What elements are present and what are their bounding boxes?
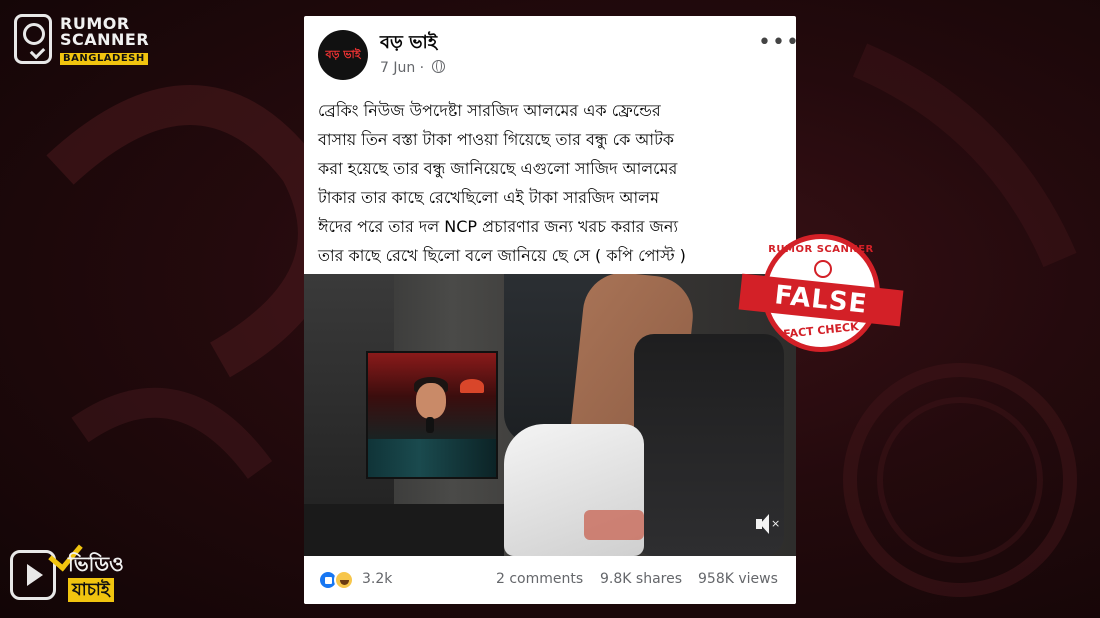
more-options-icon[interactable]: ••• bbox=[758, 30, 796, 55]
post-video[interactable]: × bbox=[304, 274, 796, 556]
mute-icon[interactable]: × bbox=[756, 514, 782, 536]
magnifier-check-icon bbox=[14, 14, 52, 64]
post-text-line: টাকার তার কাছে রেখেছিলো এই টাকা সারজিদ আ… bbox=[318, 188, 659, 207]
post-footer: 3.2k 2 comments 9.8K shares 958K views bbox=[304, 556, 796, 604]
video-inset-speaker bbox=[366, 351, 498, 479]
logo-sub: BANGLADESH bbox=[60, 53, 148, 65]
post-text-line: করা হয়েছে তার বন্ধু জানিয়েছে এগুলো সাজ… bbox=[318, 159, 678, 178]
views-count: 958K views bbox=[698, 571, 778, 587]
video-money bbox=[584, 510, 644, 540]
page-name[interactable]: বড় ভাই bbox=[380, 28, 437, 59]
post-text-line: ব্রেকিং নিউজ উপদেষ্টা সারজিদ আলমের এক ফ্… bbox=[318, 101, 661, 120]
video-check-logo: ভিডিও যাচাই bbox=[8, 535, 158, 610]
stamp-mini-icon bbox=[814, 260, 832, 278]
post-text-line: বাসায় তিন বস্তা টাকা পাওয়া গিয়েছে তার… bbox=[318, 130, 674, 149]
logo-line2: SCANNER bbox=[60, 30, 150, 49]
reactions-count[interactable]: 3.2k bbox=[362, 571, 392, 587]
post-text: ব্রেকিং নিউজ উপদেষ্টা সারজিদ আলমের এক ফ্… bbox=[318, 96, 788, 270]
globe-icon bbox=[431, 60, 445, 73]
video-logo-line2: যাচাই bbox=[68, 578, 114, 602]
page-avatar[interactable]: বড় ভাই bbox=[318, 30, 368, 80]
shares-count[interactable]: 9.8K shares bbox=[600, 571, 682, 587]
rumor-scanner-logo: RUMOR SCANNER BANGLADESH bbox=[14, 12, 154, 68]
video-ground bbox=[304, 504, 504, 556]
facebook-post-card: বড় ভাই বড় ভাই 7 Jun · ••• ব্রেকিং নিউজ… bbox=[304, 16, 796, 604]
comments-count[interactable]: 2 comments bbox=[496, 571, 583, 587]
post-date-text: 7 Jun · bbox=[380, 60, 425, 76]
false-stamp: RUMOR SCANNER FALSE FACT CHECK bbox=[738, 232, 910, 360]
logo-text: RUMOR SCANNER BANGLADESH bbox=[60, 16, 149, 65]
post-text-line: ঈদের পরে তার দল NCP প্রচারণার জন্য খরচ ক… bbox=[318, 217, 679, 236]
stamp-top-text: RUMOR SCANNER bbox=[768, 244, 874, 255]
haha-reaction-icon bbox=[334, 570, 354, 590]
post-date[interactable]: 7 Jun · bbox=[380, 60, 445, 76]
post-text-line: তার কাছে রেখে ছিলো বলে জানিয়ে ছে সে ( ক… bbox=[318, 246, 686, 265]
